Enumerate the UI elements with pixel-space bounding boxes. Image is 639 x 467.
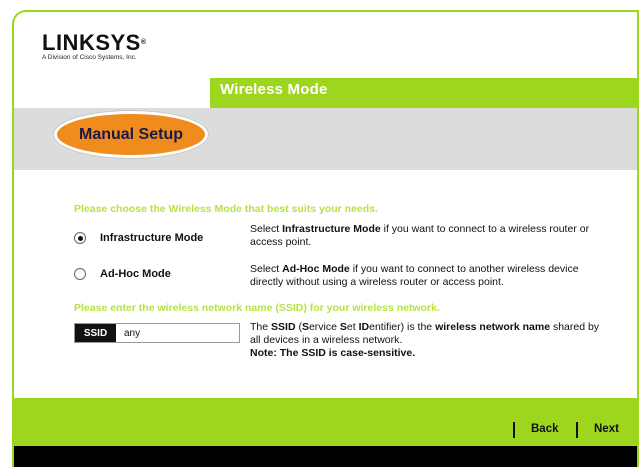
ad-hoc-mode-option[interactable]: Ad-Hoc Mode — [74, 268, 171, 280]
mode-prompt: Please choose the Wireless Mode that bes… — [74, 203, 378, 215]
footer-separator — [576, 422, 578, 438]
window-frame: LINKSYS® A Division of Cisco Systems, In… — [12, 10, 639, 467]
linksys-logo: LINKSYS® — [42, 30, 147, 55]
ssid-description: The SSID (Service Set IDentifier) is the… — [250, 321, 600, 359]
ssid-prompt: Please enter the wireless network name (… — [74, 302, 440, 314]
ssid-field[interactable]: SSID — [74, 323, 240, 343]
infrastructure-mode-option[interactable]: Infrastructure Mode — [74, 232, 203, 244]
ad-hoc-mode-description: Select Ad-Hoc Mode if you want to connec… — [250, 263, 579, 288]
page-title: Wireless Mode — [220, 81, 328, 98]
ssid-field-label: SSID — [75, 324, 116, 342]
ad-hoc-mode-label: Ad-Hoc Mode — [100, 268, 171, 280]
step-badge-label: Manual Setup — [78, 125, 183, 143]
ssid-note: Note: The SSID is case-sensitive. — [250, 347, 416, 359]
infrastructure-mode-description: Select Infrastructure Mode if you want t… — [250, 223, 590, 248]
ssid-input[interactable] — [116, 324, 234, 342]
infrastructure-mode-label: Infrastructure Mode — [100, 232, 204, 244]
step-badge: Manual Setup — [54, 111, 208, 158]
brand-logo: LINKSYS® A Division of Cisco Systems, In… — [42, 30, 147, 62]
infrastructure-mode-radio[interactable] — [74, 232, 86, 244]
footer-separator — [513, 422, 515, 438]
setup-panel: LINKSYS® A Division of Cisco Systems, In… — [14, 12, 637, 467]
footer-bar — [14, 398, 637, 446]
footer-strip — [14, 446, 637, 467]
brand-tagline: A Division of Cisco Systems, Inc. — [42, 54, 137, 61]
next-button[interactable]: Next — [594, 423, 619, 435]
ad-hoc-mode-radio[interactable] — [74, 268, 86, 280]
back-button[interactable]: Back — [531, 423, 559, 435]
